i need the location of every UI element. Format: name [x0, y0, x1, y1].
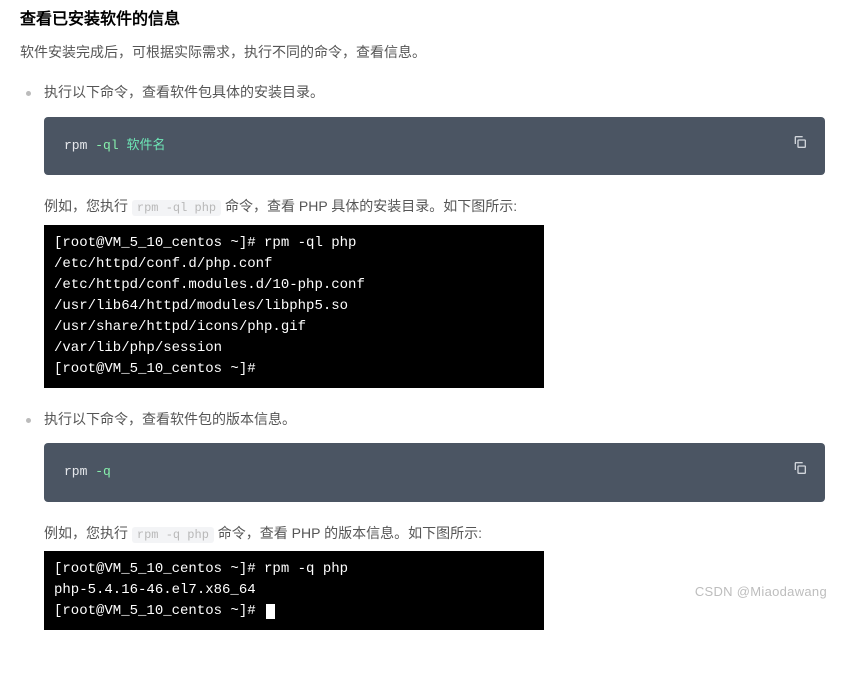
- code-arg: 软件名: [126, 135, 165, 157]
- code-flag: -ql: [95, 135, 118, 157]
- code-block: rpm -q: [44, 443, 825, 501]
- list-item: 执行以下命令，查看软件包具体的安装目录。 rpm -ql 软件名 例如，您执行 …: [20, 81, 825, 388]
- code-flag: -q: [95, 461, 111, 483]
- example-prefix: 例如，您执行: [44, 198, 132, 214]
- copy-icon[interactable]: [789, 131, 811, 153]
- code-cmd: rpm: [64, 461, 87, 483]
- watermark: CSDN @Miaodawang: [695, 581, 827, 603]
- example-text: 例如，您执行 rpm -q php 命令，查看 PHP 的版本信息。如下图所示:: [44, 522, 825, 546]
- example-text: 例如，您执行 rpm -ql php 命令，查看 PHP 具体的安装目录。如下图…: [44, 195, 825, 219]
- example-prefix: 例如，您执行: [44, 525, 132, 541]
- terminal-output: [root@VM_5_10_centos ~]# rpm -q php php-…: [44, 551, 544, 630]
- copy-icon[interactable]: [789, 457, 811, 479]
- item-lead: 执行以下命令，查看软件包的版本信息。: [44, 408, 825, 432]
- terminal-output: [root@VM_5_10_centos ~]# rpm -ql php /et…: [44, 225, 544, 388]
- section-heading: 查看已安装软件的信息: [20, 6, 825, 33]
- instruction-list: 执行以下命令，查看软件包具体的安装目录。 rpm -ql 软件名 例如，您执行 …: [20, 81, 825, 630]
- code-cmd: rpm: [64, 135, 87, 157]
- inline-code: rpm -ql php: [132, 200, 221, 216]
- inline-code: rpm -q php: [132, 527, 214, 543]
- example-suffix: 命令，查看 PHP 具体的安装目录。如下图所示:: [221, 198, 517, 214]
- cursor-icon: [266, 604, 275, 619]
- example-suffix: 命令，查看 PHP 的版本信息。如下图所示:: [214, 525, 482, 541]
- section-intro: 软件安装完成后，可根据实际需求，执行不同的命令，查看信息。: [20, 41, 825, 65]
- code-block: rpm -ql 软件名: [44, 117, 825, 175]
- item-lead: 执行以下命令，查看软件包具体的安装目录。: [44, 81, 825, 105]
